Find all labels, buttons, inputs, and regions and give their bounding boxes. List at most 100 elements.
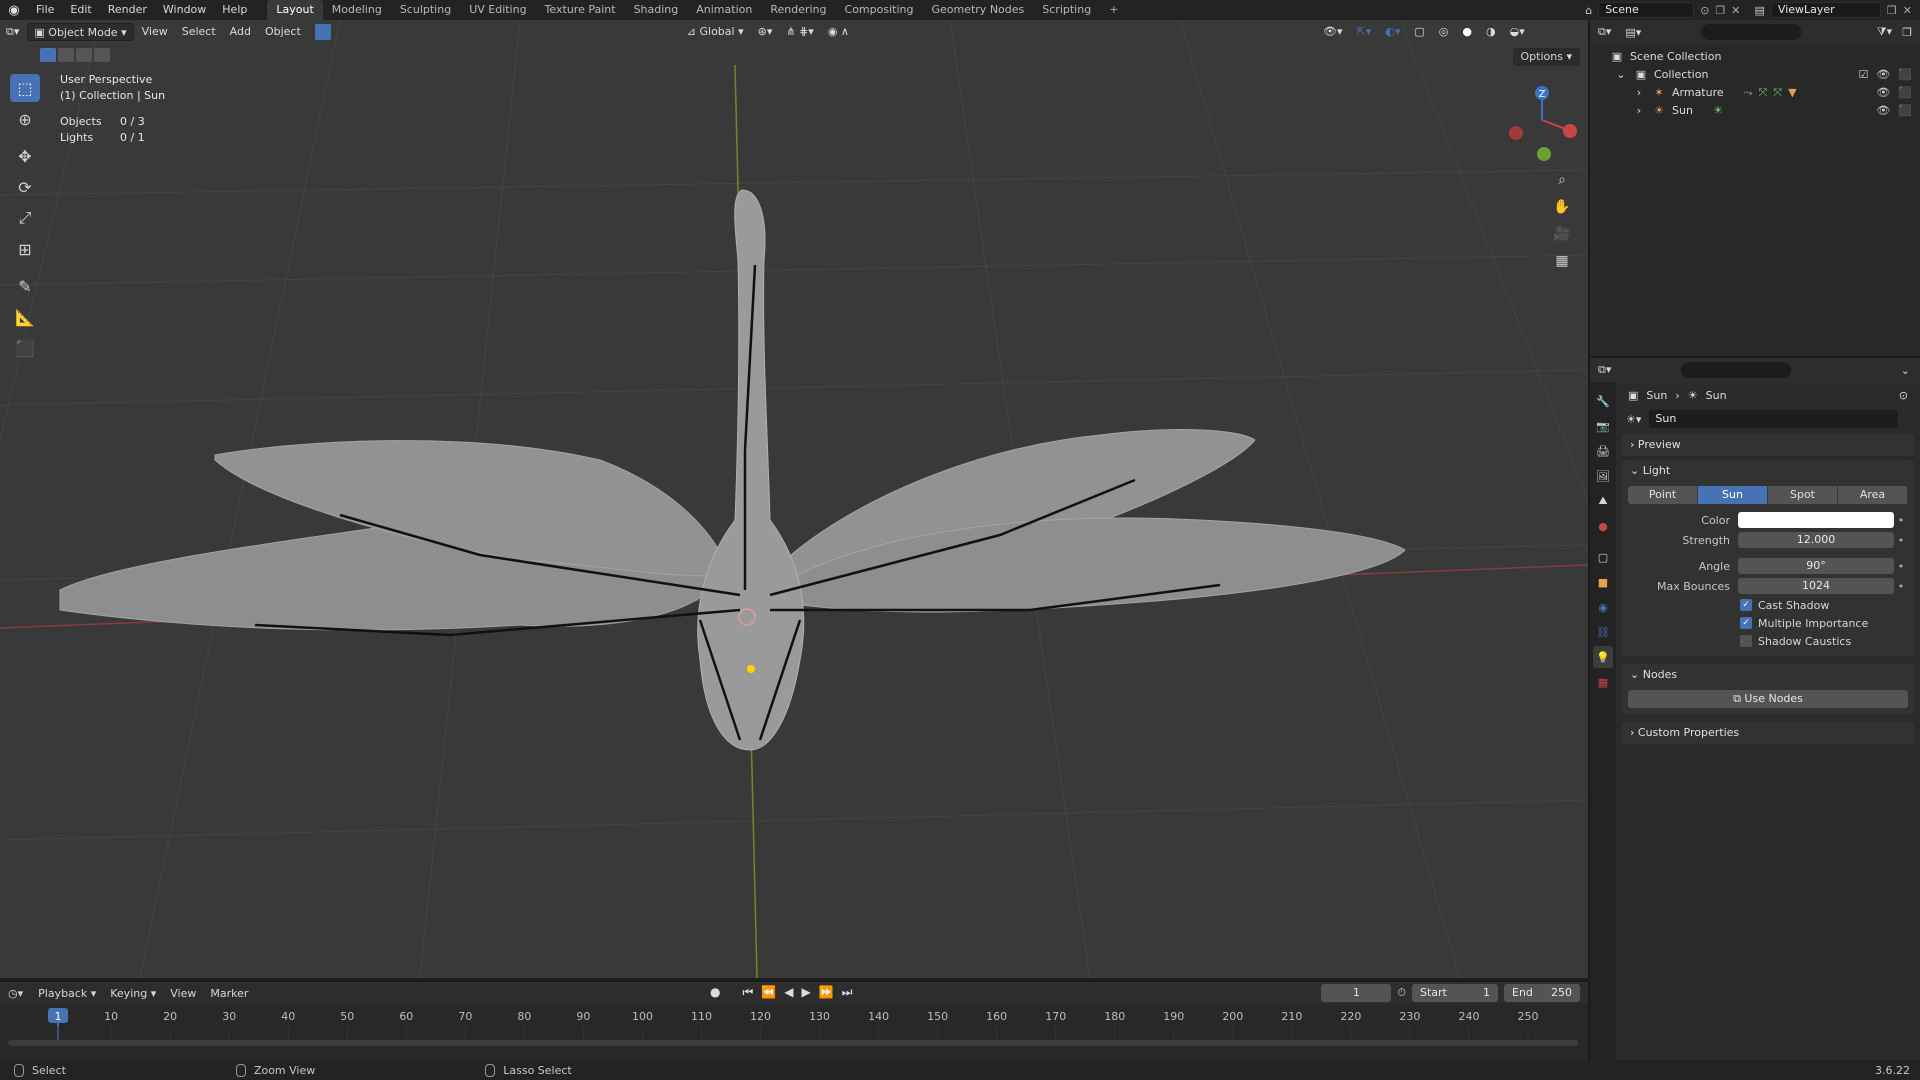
menu-render[interactable]: Render <box>100 0 155 20</box>
sun-light-origin[interactable] <box>747 665 755 673</box>
outliner-row-armature[interactable]: › ✶ Armature ⤳ ⤧ ⤧ ▼ 👁 ⬛ <box>1590 84 1920 102</box>
menu-marker[interactable]: Marker <box>203 987 255 1000</box>
prev-keyframe-icon[interactable]: ⏪ <box>761 985 776 1000</box>
blender-logo-icon[interactable]: ◉ <box>0 3 28 18</box>
checkmark-icon[interactable]: ✓ <box>1740 617 1752 629</box>
expand-icon[interactable]: › <box>1632 102 1646 120</box>
object-tab-icon[interactable]: ■ <box>1593 571 1613 593</box>
timeline-ruler[interactable]: 1 10 20 30 40 50 60 70 80 90 100 110 120 130 140 150 160… <box>0 1006 1588 1062</box>
add-cube-icon[interactable]: ⬛ <box>10 334 40 362</box>
menu-object[interactable]: Object <box>259 23 307 41</box>
collection-row[interactable]: ⌄ ▣ Collection ☑ 👁 ⬛ <box>1590 66 1920 84</box>
filter-icon[interactable]: ⧩▾ <box>1877 25 1892 39</box>
play-reverse-icon[interactable]: ◀ <box>784 985 793 1000</box>
menu-timeline-view[interactable]: View <box>163 987 203 1000</box>
hide-eye-icon[interactable]: 👁 <box>1876 84 1890 102</box>
display-mode-icon[interactable]: ▤▾ <box>1625 26 1641 39</box>
gizmo-neg-x-icon[interactable] <box>1509 126 1523 140</box>
preview-panel-header[interactable]: › Preview <box>1622 434 1914 456</box>
render-camera-icon[interactable]: ⬛ <box>1898 102 1912 120</box>
current-frame-field[interactable]: 1 <box>1321 984 1392 1002</box>
hide-eye-icon[interactable]: 👁 <box>1876 102 1890 120</box>
pan-hand-icon[interactable]: ✋ <box>1550 195 1574 219</box>
delete-scene-icon[interactable]: ✕ <box>1731 4 1740 17</box>
collapse-icon[interactable]: ⌄ <box>1614 66 1628 84</box>
tab-compositing[interactable]: Compositing <box>836 0 923 20</box>
new-scene-icon[interactable]: ❐ <box>1715 4 1725 17</box>
hide-eye-icon[interactable]: 👁 <box>1876 66 1890 84</box>
start-frame-field[interactable]: Start 1 <box>1412 984 1498 1002</box>
gizmo-y-icon[interactable] <box>1537 147 1551 161</box>
select-extend-icon[interactable] <box>58 48 74 62</box>
tab-sculpting[interactable]: Sculpting <box>391 0 460 20</box>
camera-icon[interactable]: 🎥 <box>1550 222 1574 246</box>
tab-shading[interactable]: Shading <box>625 0 688 20</box>
jump-end-icon[interactable]: ⏭ <box>842 985 853 1000</box>
tab-rendering[interactable]: Rendering <box>761 0 835 20</box>
keyframe-dot-icon[interactable]: • <box>1894 514 1908 527</box>
select-box-icon[interactable]: ⬚ <box>10 74 40 102</box>
menu-view[interactable]: View <box>136 23 174 41</box>
visibility-icon[interactable]: 👁▾ <box>1317 23 1349 41</box>
select-subtract-icon[interactable] <box>76 48 92 62</box>
shadow-caustics-checkbox[interactable]: Shadow Caustics <box>1628 632 1908 650</box>
render-camera-icon[interactable]: ⬛ <box>1898 84 1912 102</box>
tab-layout[interactable]: Layout <box>267 0 323 20</box>
outliner-editor-icon[interactable]: ⧉▾ <box>1598 25 1611 39</box>
properties-search-input[interactable] <box>1681 362 1792 378</box>
solid-shading-icon[interactable]: ● <box>1456 23 1478 41</box>
wireframe-shading-icon[interactable]: ◎ <box>1433 23 1455 41</box>
zoom-icon[interactable]: ⌕ <box>1550 168 1574 192</box>
render-tab-icon[interactable]: 📷 <box>1593 415 1613 437</box>
proportional-edit-icon[interactable]: ◉ ∧ <box>822 23 855 41</box>
strength-field[interactable]: 12.000 <box>1738 532 1894 548</box>
tab-texture-paint[interactable]: Texture Paint <box>536 0 625 20</box>
physics-tab-icon[interactable]: ◉ <box>1593 596 1613 618</box>
outliner-row-sun[interactable]: › ☀ Sun ☀ 👁 ⬛ <box>1590 102 1920 120</box>
bone-icon[interactable]: ⤧ <box>1758 84 1767 102</box>
new-collection-icon[interactable]: ❐ <box>1902 26 1912 39</box>
editor-type-icon[interactable]: ⧉▾ <box>0 23 25 41</box>
scene-tab-icon[interactable]: ⛰ <box>1593 490 1613 512</box>
cursor-icon[interactable]: ⊕ <box>10 105 40 133</box>
multiple-importance-checkbox[interactable]: ✓ Multiple Importance <box>1628 614 1908 632</box>
menu-window[interactable]: Window <box>155 0 214 20</box>
end-frame-field[interactable]: End 250 <box>1504 984 1580 1002</box>
chevron-down-icon[interactable]: ⌄ <box>1901 364 1910 377</box>
measure-icon[interactable]: 📐 <box>10 303 40 331</box>
checkmark-icon[interactable]: ✓ <box>1740 599 1752 611</box>
use-nodes-button[interactable]: ⧉ Use Nodes <box>1628 690 1908 708</box>
light-type-sun[interactable]: Sun <box>1698 486 1768 504</box>
overlay-icon[interactable]: ◐▾ <box>1379 23 1406 41</box>
annotate-icon[interactable]: ✎ <box>10 272 40 300</box>
timeline-editor-icon[interactable]: ◷▾ <box>8 987 23 1000</box>
transform-icon[interactable]: ⊞ <box>10 235 40 263</box>
stopwatch-icon[interactable]: ⏱ <box>1397 984 1406 1002</box>
exclude-checkbox-icon[interactable]: ☑ <box>1858 66 1868 84</box>
menu-file[interactable]: File <box>28 0 62 20</box>
keyframe-dot-icon[interactable]: • <box>1894 560 1908 573</box>
gizmo-x-icon[interactable] <box>1563 124 1577 138</box>
move-icon[interactable]: ✥ <box>10 142 40 170</box>
keyframe-dot-icon[interactable]: • <box>1894 534 1908 547</box>
menu-playback[interactable]: Playback ▾ <box>31 987 103 1000</box>
mode-dropdown[interactable]: ▣ Object Mode ▾ <box>27 23 134 41</box>
xray-icon[interactable]: ▢ <box>1408 23 1430 41</box>
output-tab-icon[interactable]: 🖨 <box>1593 440 1613 462</box>
menu-help[interactable]: Help <box>214 0 255 20</box>
tab-animation[interactable]: Animation <box>687 0 761 20</box>
perspective-grid-icon[interactable]: ▦ <box>1550 249 1574 273</box>
angle-field[interactable]: 90° <box>1738 558 1894 574</box>
pose-icon[interactable]: ⤳ <box>1744 84 1753 102</box>
light-panel-header[interactable]: ⌄ Light <box>1622 460 1914 482</box>
keyframe-dot-icon[interactable]: • <box>1894 580 1908 593</box>
tab-scripting[interactable]: Scripting <box>1033 0 1100 20</box>
scene-field[interactable]: Scene <box>1598 2 1695 18</box>
select-mode-icon[interactable] <box>314 24 331 40</box>
pin-icon[interactable]: ⊙ <box>1700 4 1709 17</box>
axis-gizmo[interactable]: Z <box>1478 50 1588 170</box>
rotate-icon[interactable]: ⟳ <box>10 173 40 201</box>
cast-shadow-checkbox[interactable]: ✓ Cast Shadow <box>1628 596 1908 614</box>
play-icon[interactable]: ▶ <box>801 985 810 1000</box>
view-layer-tab-icon[interactable]: 🖼 <box>1593 465 1613 487</box>
